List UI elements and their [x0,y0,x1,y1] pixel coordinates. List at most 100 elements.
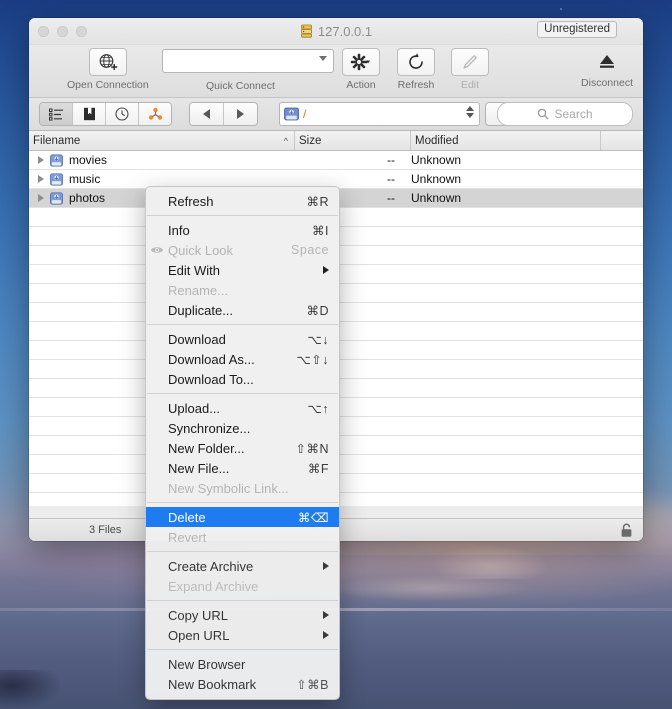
menu-item-shortcut: ⌥⇧↓ [296,352,329,367]
unlocked-padlock-icon[interactable] [620,523,633,538]
menu-separator [147,502,338,503]
open-connection-button[interactable] [89,48,127,76]
column-header-filename[interactable]: Filename ^ [29,131,295,150]
column-header-size-label: Size [299,135,321,147]
disclosure-triangle-icon[interactable] [38,175,44,183]
submenu-arrow-icon [323,562,329,570]
toolbar-refresh[interactable]: Refresh [397,48,435,91]
menu-item: Rename... [146,280,339,300]
toolbar-edit[interactable]: Edit [451,48,489,91]
history-clock-icon[interactable] [106,103,139,125]
menu-separator [147,215,338,216]
bonjour-icon[interactable] [139,103,171,125]
menu-item-label: Rename... [168,283,329,298]
rock-silhouette [0,670,60,709]
menu-item[interactable]: Download To... [146,369,339,389]
menu-item[interactable]: Upload...⌥↑ [146,398,339,418]
path-value: / [303,107,306,121]
main-toolbar: Open Connection Quick Connect [29,45,643,98]
menu-item[interactable]: Duplicate...⌘D [146,300,339,320]
menu-item[interactable]: Synchronize... [146,418,339,438]
menu-item[interactable]: New Bookmark⇧⌘B [146,674,339,694]
action-button[interactable] [342,48,380,76]
unregistered-badge[interactable]: Unregistered [537,21,617,38]
menu-item-shortcut: ⌘I [312,223,329,238]
menu-item-shortcut: ⌘F [308,461,329,476]
edit-label: Edit [461,79,479,91]
menu-item[interactable]: Create Archive [146,556,339,576]
globe-plus-icon [98,52,118,72]
menu-item-shortcut: ⇧⌘B [296,677,329,692]
menu-item[interactable]: New File...⌘F [146,458,339,478]
disconnect-button[interactable] [589,48,625,74]
history-navigation-buttons[interactable] [189,102,258,126]
menu-item-label: Delete [168,510,298,525]
file-context-menu[interactable]: Refresh⌘RInfo⌘I Quick LookSpaceEdit With… [145,186,340,700]
column-header-modified[interactable]: Modified [411,131,601,150]
close-button[interactable] [38,26,49,37]
menu-item: New Symbolic Link... [146,478,339,498]
zoom-button[interactable] [76,26,87,37]
menu-item-label: New Browser [168,657,329,672]
bookmark-icon[interactable] [73,103,106,125]
refresh-label: Refresh [398,79,435,91]
browser-list-icon[interactable] [40,103,73,125]
column-header-modified-label: Modified [415,135,458,147]
minimize-button[interactable] [57,26,68,37]
file-modified: Unknown [411,191,461,205]
file-size: -- [295,172,395,186]
menu-item[interactable]: Download As...⌥⇧↓ [146,349,339,369]
menu-item[interactable]: New Folder...⇧⌘N [146,438,339,458]
refresh-button[interactable] [397,48,435,76]
quick-connect-input[interactable] [162,49,334,73]
menu-item-label: New File... [168,461,308,476]
menu-item-label: Revert [168,530,329,545]
history-clock-glyph [115,107,129,121]
table-row[interactable]: movies--Unknown [29,151,643,170]
browser-list-glyph [49,108,64,121]
column-header-size[interactable]: Size [295,131,411,150]
menu-item-label: New Folder... [168,441,295,456]
window-titlebar[interactable]: 127.0.0.1 Unregistered [29,18,643,45]
eject-icon [596,51,618,71]
menu-separator [147,393,338,394]
edit-button[interactable] [451,48,489,76]
eye-icon [150,245,164,255]
menu-item[interactable]: Edit With [146,260,339,280]
search-field[interactable]: Search [497,102,633,126]
stepper-up-icon [466,106,474,111]
submenu-arrow-icon [323,266,329,274]
chevron-down-icon[interactable] [319,56,327,61]
toolbar-open-connection[interactable]: Open Connection [67,48,149,91]
menu-item-label: Refresh [168,194,306,209]
menu-item-shortcut: ⌥↓ [307,332,329,347]
forward-arrow-icon [237,109,244,119]
toolbar-action[interactable]: Action [342,48,380,91]
file-name: movies [69,153,107,167]
path-stepper[interactable] [466,106,474,118]
traffic-light-group [38,26,87,37]
file-modified: Unknown [411,172,461,186]
sort-ascending-icon: ^ [284,136,288,146]
toolbar-quick-connect[interactable] [162,49,334,73]
disclosure-triangle-icon[interactable] [38,156,44,164]
menu-item[interactable]: New Browser [146,654,339,674]
forward-button[interactable] [224,103,257,125]
disclosure-triangle-icon[interactable] [38,194,44,202]
view-mode-segmented-control[interactable] [39,102,172,126]
menu-item-label: Download To... [168,372,329,387]
path-combo-box[interactable]: / [279,102,480,126]
quick-connect-label-wrap: Quick Connect [206,77,275,92]
menu-item[interactable]: Refresh⌘R [146,191,339,211]
toolbar-disconnect[interactable]: Disconnect [581,48,633,89]
back-button[interactable] [190,103,224,125]
bonjour-glyph [148,107,163,121]
menu-item[interactable]: Copy URL [146,605,339,625]
disconnect-label: Disconnect [581,77,633,89]
column-header-filename-label: Filename [33,135,80,147]
menu-item[interactable]: Open URL [146,625,339,645]
menu-item[interactable]: Info⌘I [146,220,339,240]
menu-item[interactable]: Download⌥↓ [146,329,339,349]
menu-item[interactable]: Delete⌘⌫ [146,507,339,527]
menu-item: Expand Archive [146,576,339,596]
